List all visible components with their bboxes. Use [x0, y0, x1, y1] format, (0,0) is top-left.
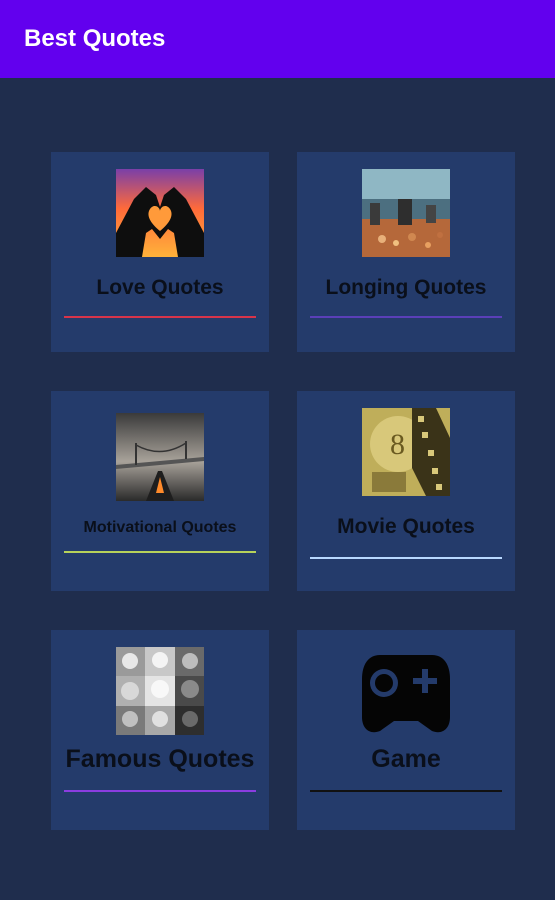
card-label: Game — [371, 745, 441, 773]
card-label: Movie Quotes — [337, 515, 475, 538]
card-famous-quotes[interactable]: Famous Quotes — [51, 630, 269, 830]
app-title: Best Quotes — [24, 25, 166, 52]
road-bridge-icon — [116, 413, 204, 501]
card-label: Love Quotes — [96, 276, 224, 299]
gamepad-icon — [362, 647, 450, 735]
crowd-photo-icon — [362, 169, 450, 257]
card-underline — [64, 551, 256, 553]
card-love-quotes[interactable]: Love Quotes — [51, 152, 269, 352]
card-label: Motivational Quotes — [83, 519, 237, 536]
card-motivational-quotes[interactable]: Motivational Quotes — [51, 391, 269, 591]
category-grid: Love Quotes Longing Quotes Motivational … — [0, 78, 555, 900]
film-strip-icon: 8 — [362, 408, 450, 496]
svg-text:8: 8 — [390, 428, 405, 461]
card-movie-quotes[interactable]: 8 Movie Quotes — [297, 391, 515, 591]
portraits-collage-icon — [116, 647, 204, 735]
card-longing-quotes[interactable]: Longing Quotes — [297, 152, 515, 352]
card-label: Famous Quotes — [65, 745, 255, 773]
card-underline — [64, 316, 256, 318]
card-label: Longing Quotes — [325, 276, 487, 299]
app-bar: Best Quotes — [0, 0, 555, 78]
heart-hands-icon — [116, 169, 204, 257]
card-underline — [310, 790, 502, 792]
card-underline — [310, 557, 502, 559]
card-game[interactable]: Game — [297, 630, 515, 830]
card-underline — [64, 790, 256, 792]
card-underline — [310, 316, 502, 318]
